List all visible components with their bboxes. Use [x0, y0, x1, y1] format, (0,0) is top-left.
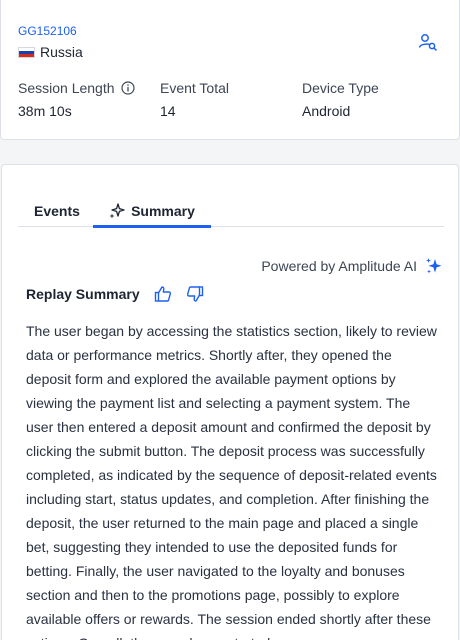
stat-value: 14 [160, 103, 176, 119]
info-icon[interactable] [120, 81, 135, 95]
tab-label: Events [34, 203, 80, 219]
stat-session-length: Session Length 38m 10s [18, 80, 135, 119]
replay-panel: Events Summary Powered by Amplitude AI R… [1, 164, 459, 640]
sparkle-icon [426, 258, 442, 274]
summary-header: Replay Summary [26, 285, 204, 303]
user-search-icon[interactable] [418, 32, 438, 52]
thumbs-down-icon[interactable] [186, 285, 204, 303]
stat-label: Session Length [18, 80, 115, 96]
user-id-link[interactable]: GG152106 [18, 24, 77, 38]
stat-event-total: Event Total 14 [160, 80, 229, 119]
stat-label: Event Total [160, 80, 230, 96]
sparkle-icon [109, 203, 125, 219]
powered-by-label: Powered by Amplitude AI [261, 258, 417, 274]
thumbs-up-icon[interactable] [154, 285, 172, 303]
tab-label: Summary [131, 203, 195, 219]
stat-label: Device Type [302, 80, 379, 96]
tab-summary[interactable]: Summary [93, 195, 211, 228]
country-name: Russia [40, 44, 83, 60]
stat-device-type: Device Type Android [302, 80, 379, 119]
tab-bar: Events Summary [18, 195, 444, 228]
country-row: Russia [18, 44, 83, 60]
powered-by-ai: Powered by Amplitude AI [261, 257, 443, 275]
russia-flag-icon [18, 46, 35, 58]
summary-title: Replay Summary [26, 286, 140, 302]
tab-events[interactable]: Events [34, 195, 80, 227]
session-header-card: GG152106 Russia Session Length 38m 10s E… [0, 0, 460, 140]
summary-text: The user began by accessing the statisti… [26, 323, 437, 640]
stat-value: Android [302, 103, 351, 119]
stat-value: 38m 10s [18, 103, 72, 119]
